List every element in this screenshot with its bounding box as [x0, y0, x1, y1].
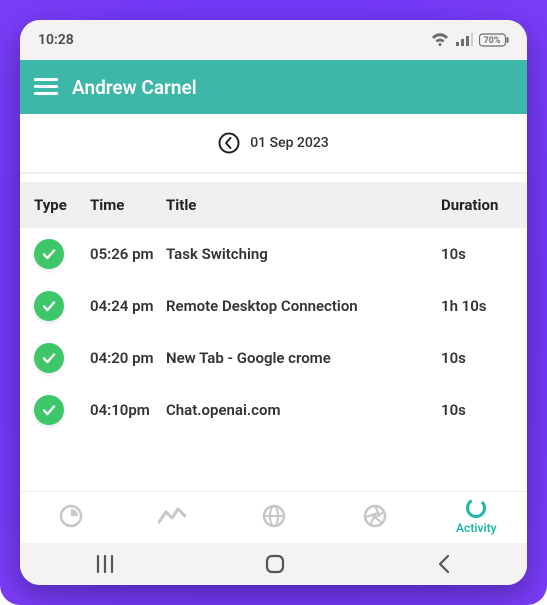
col-duration: Duration [441, 196, 513, 214]
hamburger-icon[interactable] [34, 78, 58, 96]
globe-icon [261, 503, 287, 529]
title-cell: New Tab - Google crome [166, 349, 441, 367]
prev-day-button[interactable] [218, 132, 240, 154]
status-bar: 10:28 70% [20, 20, 527, 60]
activity-icon [465, 497, 487, 519]
battery-icon: 70% [479, 33, 509, 47]
battery-level: 70% [484, 36, 501, 46]
sys-back-icon[interactable] [435, 554, 453, 574]
tab-bar: Activity [20, 491, 527, 543]
duration-cell: 10s [441, 349, 513, 367]
time-cell: 05:26 pm [90, 245, 166, 263]
table-row[interactable]: 04:20 pmNew Tab - Google crome10s [20, 332, 527, 384]
duration-cell: 10s [441, 245, 513, 263]
time-cell: 04:24 pm [90, 297, 166, 315]
page-title: Andrew Carnel [72, 76, 197, 99]
table-row[interactable]: 04:24 pmRemote Desktop Connection1h 10s [20, 280, 527, 332]
status-cell [34, 239, 90, 269]
title-cell: Remote Desktop Connection [166, 297, 441, 315]
duration-cell: 10s [441, 401, 513, 419]
time-cell: 04:20 pm [90, 349, 166, 367]
sys-recent-icon[interactable] [94, 555, 116, 573]
col-time: Time [90, 196, 166, 214]
table-row[interactable]: 04:10pmChat.openai.com10s [20, 384, 527, 436]
signal-icon [455, 33, 473, 47]
col-title: Title [166, 196, 441, 214]
sys-home-icon[interactable] [264, 553, 286, 575]
activity-table: Type Time Title Duration 05:26 pmTask Sw… [20, 182, 527, 491]
wifi-icon [431, 33, 449, 47]
status-cell [34, 395, 90, 425]
check-icon [34, 395, 64, 425]
tab-clock[interactable] [20, 492, 121, 539]
col-type: Type [34, 196, 90, 214]
status-cell [34, 291, 90, 321]
status-cell [34, 343, 90, 373]
status-right: 70% [431, 33, 509, 47]
timeline-icon [158, 506, 186, 526]
tab-websites[interactable] [223, 492, 324, 539]
table-row[interactable]: 05:26 pmTask Switching10s [20, 228, 527, 280]
status-time: 10:28 [38, 32, 74, 48]
check-icon [34, 239, 64, 269]
check-icon [34, 291, 64, 321]
time-cell: 04:10pm [90, 401, 166, 419]
tab-timeline[interactable] [121, 492, 222, 539]
table-header: Type Time Title Duration [20, 182, 527, 228]
check-icon [34, 343, 64, 373]
system-nav [20, 543, 527, 585]
clock-icon [58, 503, 84, 529]
app-bar: Andrew Carnel [20, 60, 527, 114]
title-cell: Task Switching [166, 245, 441, 263]
tab-screenshots[interactable] [324, 492, 425, 539]
tab-activity-label: Activity [456, 521, 497, 535]
date-bar: 01 Sep 2023 [20, 114, 527, 174]
tab-activity[interactable]: Activity [426, 492, 527, 539]
duration-cell: 1h 10s [441, 297, 513, 315]
title-cell: Chat.openai.com [166, 401, 441, 419]
current-date[interactable]: 01 Sep 2023 [250, 135, 329, 151]
aperture-icon [362, 503, 388, 529]
